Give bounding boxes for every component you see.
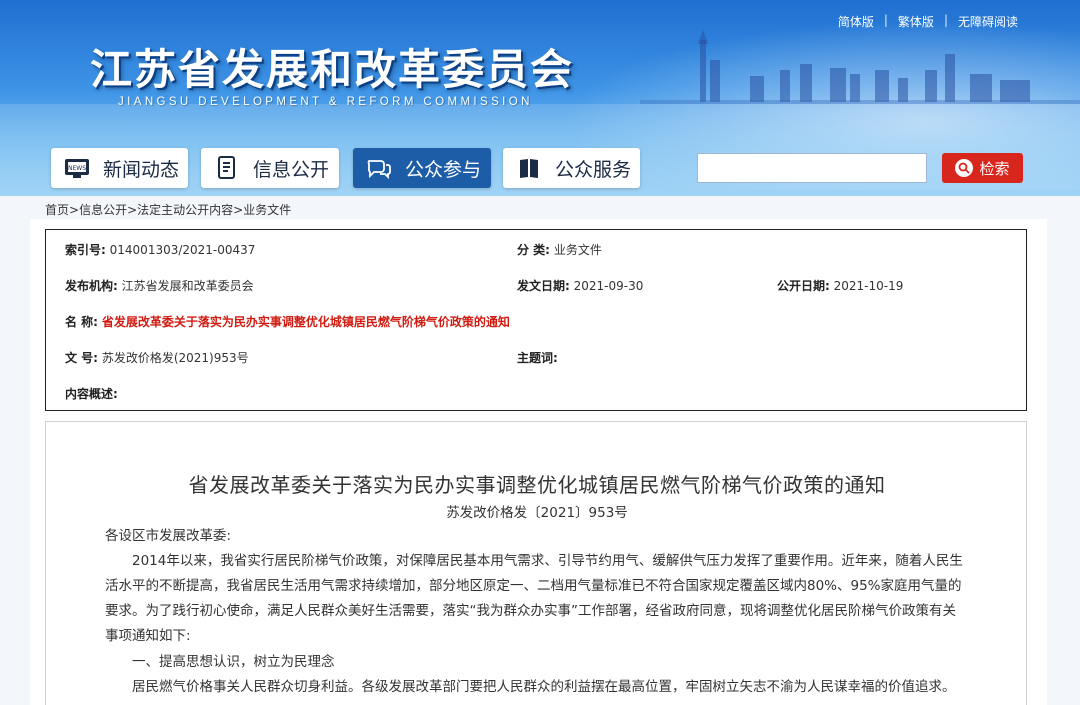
link-separator: | <box>883 13 888 27</box>
top-links: 简体版 | 繁体版 | 无障碍阅读 <box>838 13 1018 30</box>
article-section-heading: 一、提高思想认识，树立为民理念 <box>132 654 335 670</box>
article-paragraph-line: 居民燃气价格事关人民群众切身利益。各级发展改革部门要把人民群众的利益摆在最高位置… <box>132 679 956 695</box>
info-index: 索引号: 014001303/2021-00437 <box>65 241 255 258</box>
article-title: 省发展改革委关于落实为民办实事调整优化城镇居民燃气阶梯气价政策的通知 <box>188 473 886 497</box>
info-name-label: 名 称: <box>65 315 98 329</box>
search-button[interactable]: 检索 <box>942 153 1023 183</box>
link-simplified[interactable]: 简体版 <box>838 13 874 30</box>
info-index-label: 索引号: <box>65 243 106 257</box>
info-summary: 内容概述: <box>65 385 118 402</box>
breadcrumb-separator: > <box>233 203 244 217</box>
breadcrumb-legal-content[interactable]: 法定主动公开内容 <box>137 203 233 217</box>
nav-info-public[interactable]: 信息公开 <box>201 148 339 188</box>
search-icon <box>955 159 974 177</box>
info-category-label: 分 类: <box>517 243 550 257</box>
info-publisher-label: 发布机构: <box>65 279 118 293</box>
city-skyline-image <box>640 30 1080 104</box>
link-separator: | <box>943 13 948 27</box>
info-index-value: 014001303/2021-00437 <box>109 243 256 257</box>
breadcrumb-home[interactable]: 首页 <box>45 203 69 217</box>
info-name: 名 称: 省发展改革委关于落实为民办实事调整优化城镇居民燃气阶梯气价政策的通知 <box>65 313 510 330</box>
info-public-date-value: 2021-10-19 <box>833 279 904 293</box>
nav-public-service[interactable]: 公众服务 <box>503 148 640 188</box>
info-issue-date-value: 2021-09-30 <box>573 279 644 293</box>
article-paragraph-line: 2014年以来，我省实行居民阶梯气价政策，对保障居民基本用气需求、引导节约用气、… <box>132 553 963 569</box>
site-title: 江苏省发展和改革委员会 <box>90 45 575 94</box>
info-category: 分 类: 业务文件 <box>517 241 602 258</box>
link-accessibility[interactable]: 无障碍阅读 <box>958 13 1018 30</box>
news-icon: NEWS <box>63 156 91 180</box>
info-category-value: 业务文件 <box>553 243 602 257</box>
breadcrumb: 首页>信息公开>法定主动公开内容>业务文件 <box>45 201 291 218</box>
breadcrumb-business-files[interactable]: 业务文件 <box>243 203 291 217</box>
site-subtitle: JIANGSU DEVELOPMENT & REFORM COMMISSION <box>118 96 533 108</box>
info-issue-date: 发文日期: 2021-09-30 <box>517 277 643 294</box>
nav-service-label: 公众服务 <box>555 158 632 181</box>
article-body: 省发展改革委关于落实为民办实事调整优化城镇居民燃气阶梯气价政策的通知 苏发改价格… <box>45 421 1027 705</box>
info-summary-label: 内容概述: <box>65 387 118 401</box>
article-salutation: 各设区市发展改革委: <box>105 528 232 544</box>
info-publisher-value: 江苏省发展和改革委员会 <box>121 279 254 293</box>
document-info-box: 索引号: 014001303/2021-00437 分 类: 业务文件 发布机构… <box>45 229 1027 411</box>
article-paragraph-line: 事项通知如下: <box>105 628 191 644</box>
nav-info-label: 信息公开 <box>253 158 330 181</box>
search-input[interactable] <box>697 153 927 183</box>
nav-news[interactable]: NEWS 新闻动态 <box>51 148 188 188</box>
info-subject-label: 主题词: <box>517 351 558 365</box>
breadcrumb-separator: > <box>69 203 80 217</box>
breadcrumb-separator: > <box>127 203 138 217</box>
chat-bubbles-icon <box>365 156 393 180</box>
info-doc-number: 文 号: 苏发改价格发(2021)953号 <box>65 349 249 366</box>
search-button-label: 检索 <box>979 159 1010 178</box>
info-subject: 主题词: <box>517 349 558 366</box>
document-icon <box>213 156 241 180</box>
info-docno-label: 文 号: <box>65 351 98 365</box>
nav-public-label: 公众参与 <box>405 158 482 181</box>
book-icon <box>515 156 543 180</box>
link-traditional[interactable]: 繁体版 <box>898 13 934 30</box>
info-name-value: 省发展改革委关于落实为民办实事调整优化城镇居民燃气阶梯气价政策的通知 <box>101 315 510 329</box>
info-issue-date-label: 发文日期: <box>517 279 570 293</box>
info-public-date: 公开日期: 2021-10-19 <box>777 277 903 294</box>
info-public-date-label: 公开日期: <box>777 279 830 293</box>
article-doc-number: 苏发改价格发〔2021〕953号 <box>446 505 628 521</box>
nav-public-participation[interactable]: 公众参与 <box>353 148 491 188</box>
article-paragraph-line: 要求。为了践行初心使命，满足人民群众美好生活需要，落实“我为群众办实事”工作部署… <box>105 603 956 619</box>
nav-news-label: 新闻动态 <box>103 158 180 181</box>
info-docno-value: 苏发改价格发(2021)953号 <box>101 351 249 365</box>
article-paragraph-line: 活水平的不断提高，我省居民生活用气需求持续增加，部分地区原定一、二档用气量标准已… <box>105 578 962 594</box>
svg-text:NEWS: NEWS <box>68 165 86 172</box>
breadcrumb-info-public[interactable]: 信息公开 <box>79 203 127 217</box>
info-publisher: 发布机构: 江苏省发展和改革委员会 <box>65 277 254 294</box>
